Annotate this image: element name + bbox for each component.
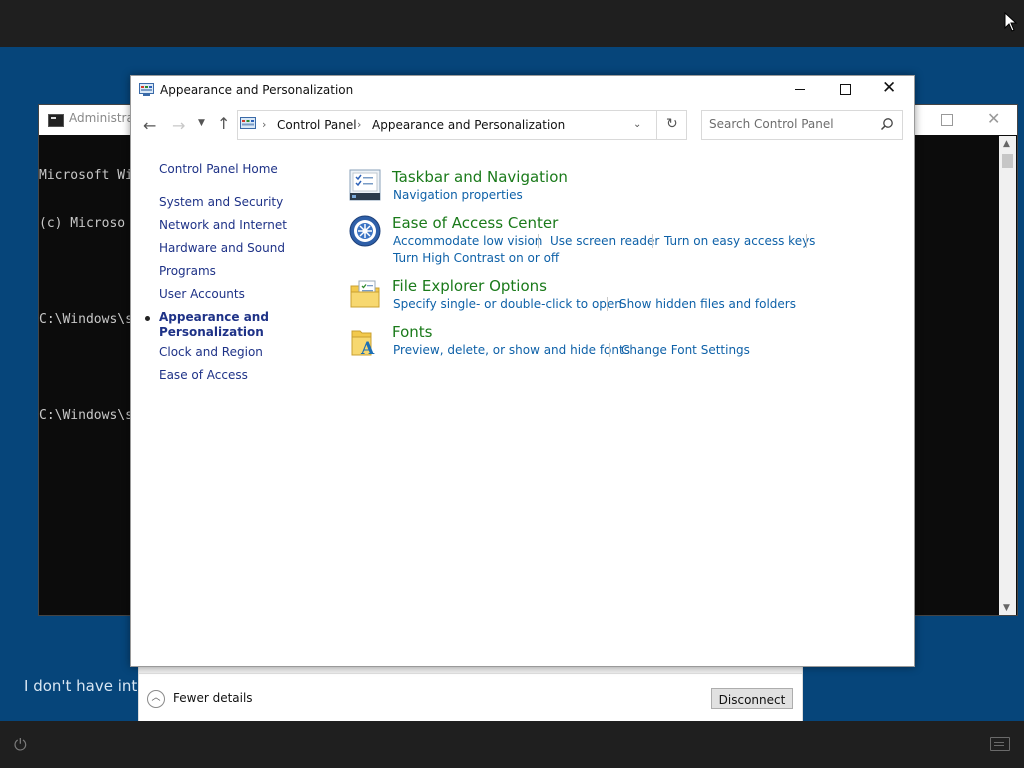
keyboard-icon[interactable]	[990, 737, 1010, 751]
category-fonts-title[interactable]: Fonts	[392, 323, 432, 341]
sidebar-item-ease-of-access[interactable]: Ease of Access	[159, 368, 248, 382]
active-bullet-icon	[145, 316, 150, 321]
category-ease-of-access-title[interactable]: Ease of Access Center	[392, 214, 558, 232]
link-separator	[609, 343, 610, 357]
link-change-font-settings[interactable]: Change Font Settings	[621, 343, 750, 357]
breadcrumb-appearance[interactable]: Appearance and Personalization	[372, 118, 565, 132]
address-dropdown-icon[interactable]: ⌄	[633, 119, 641, 130]
folder-options-icon[interactable]	[349, 278, 381, 310]
forward-arrow-icon[interactable]: →	[172, 116, 185, 135]
remote-connection-panel: ︿ Fewer details Disconnect	[139, 673, 802, 723]
sidebar-item-network[interactable]: Network and Internet	[159, 218, 287, 232]
sidebar-item-hardware-sound[interactable]: Hardware and Sound	[159, 241, 285, 255]
sidebar-item-appearance[interactable]: Appearance and Personalization	[159, 310, 269, 340]
mouse-cursor-icon	[1004, 12, 1018, 32]
sidebar-item-programs[interactable]: Programs	[159, 264, 216, 278]
close-button[interactable]: ✕	[882, 78, 896, 98]
cmd-maximize-button[interactable]	[941, 114, 953, 126]
remote-session-bottom-bar	[0, 721, 1024, 768]
window-title: Appearance and Personalization	[160, 83, 354, 97]
cmd-scrollbar[interactable]: ▲ ▼	[999, 136, 1016, 615]
link-accommodate-low-vision[interactable]: Accommodate low vision	[393, 234, 542, 248]
svg-text:A: A	[360, 339, 375, 357]
ease-of-access-icon[interactable]	[349, 215, 381, 247]
link-high-contrast[interactable]: Turn High Contrast on or off	[393, 251, 559, 265]
remote-session-top-bar	[0, 0, 1024, 47]
fewer-details-link[interactable]: Fewer details	[173, 691, 253, 705]
taskbar-icon[interactable]	[349, 169, 381, 201]
link-separator	[607, 297, 608, 311]
search-icon[interactable]	[880, 117, 894, 131]
remote-connection-bar: ︿ Fewer details Disconnect	[138, 665, 803, 723]
link-separator	[538, 234, 539, 248]
sidebar-item-system-security[interactable]: System and Security	[159, 195, 283, 209]
back-arrow-icon[interactable]: ←	[143, 116, 156, 135]
chevron-down-icon[interactable]: ▼	[198, 118, 205, 128]
cmd-close-button[interactable]: ✕	[987, 109, 1000, 128]
refresh-button[interactable]: ↻	[656, 111, 687, 139]
setup-network-text[interactable]: I don't have inter	[24, 677, 153, 695]
link-single-double-click[interactable]: Specify single- or double-click to open	[393, 297, 622, 311]
link-separator	[806, 234, 807, 248]
cmd-title: Administrat	[69, 111, 139, 125]
up-arrow-icon[interactable]: ↑	[217, 114, 230, 133]
refresh-icon: ↻	[666, 116, 678, 132]
fonts-icon[interactable]: A	[349, 325, 381, 357]
maximize-button[interactable]	[840, 84, 851, 95]
search-box[interactable]	[701, 110, 903, 140]
control-panel-icon	[240, 117, 256, 129]
minimize-button[interactable]	[795, 89, 805, 90]
chevron-up-icon[interactable]: ︿	[147, 690, 165, 708]
sidebar-item-user-accounts[interactable]: User Accounts	[159, 287, 245, 301]
category-taskbar-title[interactable]: Taskbar and Navigation	[392, 168, 568, 186]
power-icon[interactable]: ⏻	[14, 735, 34, 755]
sidebar-item-clock-region[interactable]: Clock and Region	[159, 345, 263, 359]
disconnect-button[interactable]: Disconnect	[711, 688, 793, 709]
link-separator	[652, 234, 653, 248]
link-navigation-properties[interactable]: Navigation properties	[393, 188, 523, 202]
link-show-hidden-files[interactable]: Show hidden files and folders	[619, 297, 796, 311]
search-input[interactable]	[709, 116, 869, 132]
breadcrumb-separator-icon[interactable]: ›	[357, 118, 361, 131]
breadcrumb-control-panel[interactable]: Control Panel	[277, 118, 357, 132]
breadcrumb-separator-icon[interactable]: ›	[262, 118, 266, 131]
category-file-explorer-title[interactable]: File Explorer Options	[392, 277, 547, 295]
link-preview-fonts[interactable]: Preview, delete, or show and hide fonts	[393, 343, 630, 357]
link-easy-access-keys[interactable]: Turn on easy access keys	[664, 234, 815, 248]
scroll-down-icon[interactable]: ▼	[1003, 603, 1010, 613]
link-use-screen-reader[interactable]: Use screen reader	[550, 234, 659, 248]
control-panel-icon	[139, 83, 154, 96]
control-panel-home-link[interactable]: Control Panel Home	[159, 162, 278, 176]
control-panel-window[interactable]: Appearance and Personalization ✕ ← → ▼ ↑…	[130, 75, 915, 667]
scroll-thumb[interactable]	[1002, 154, 1013, 168]
cmd-icon	[48, 114, 64, 127]
address-bar[interactable]: › Control Panel › Appearance and Persona…	[237, 110, 687, 140]
scroll-up-icon[interactable]: ▲	[1003, 139, 1010, 149]
